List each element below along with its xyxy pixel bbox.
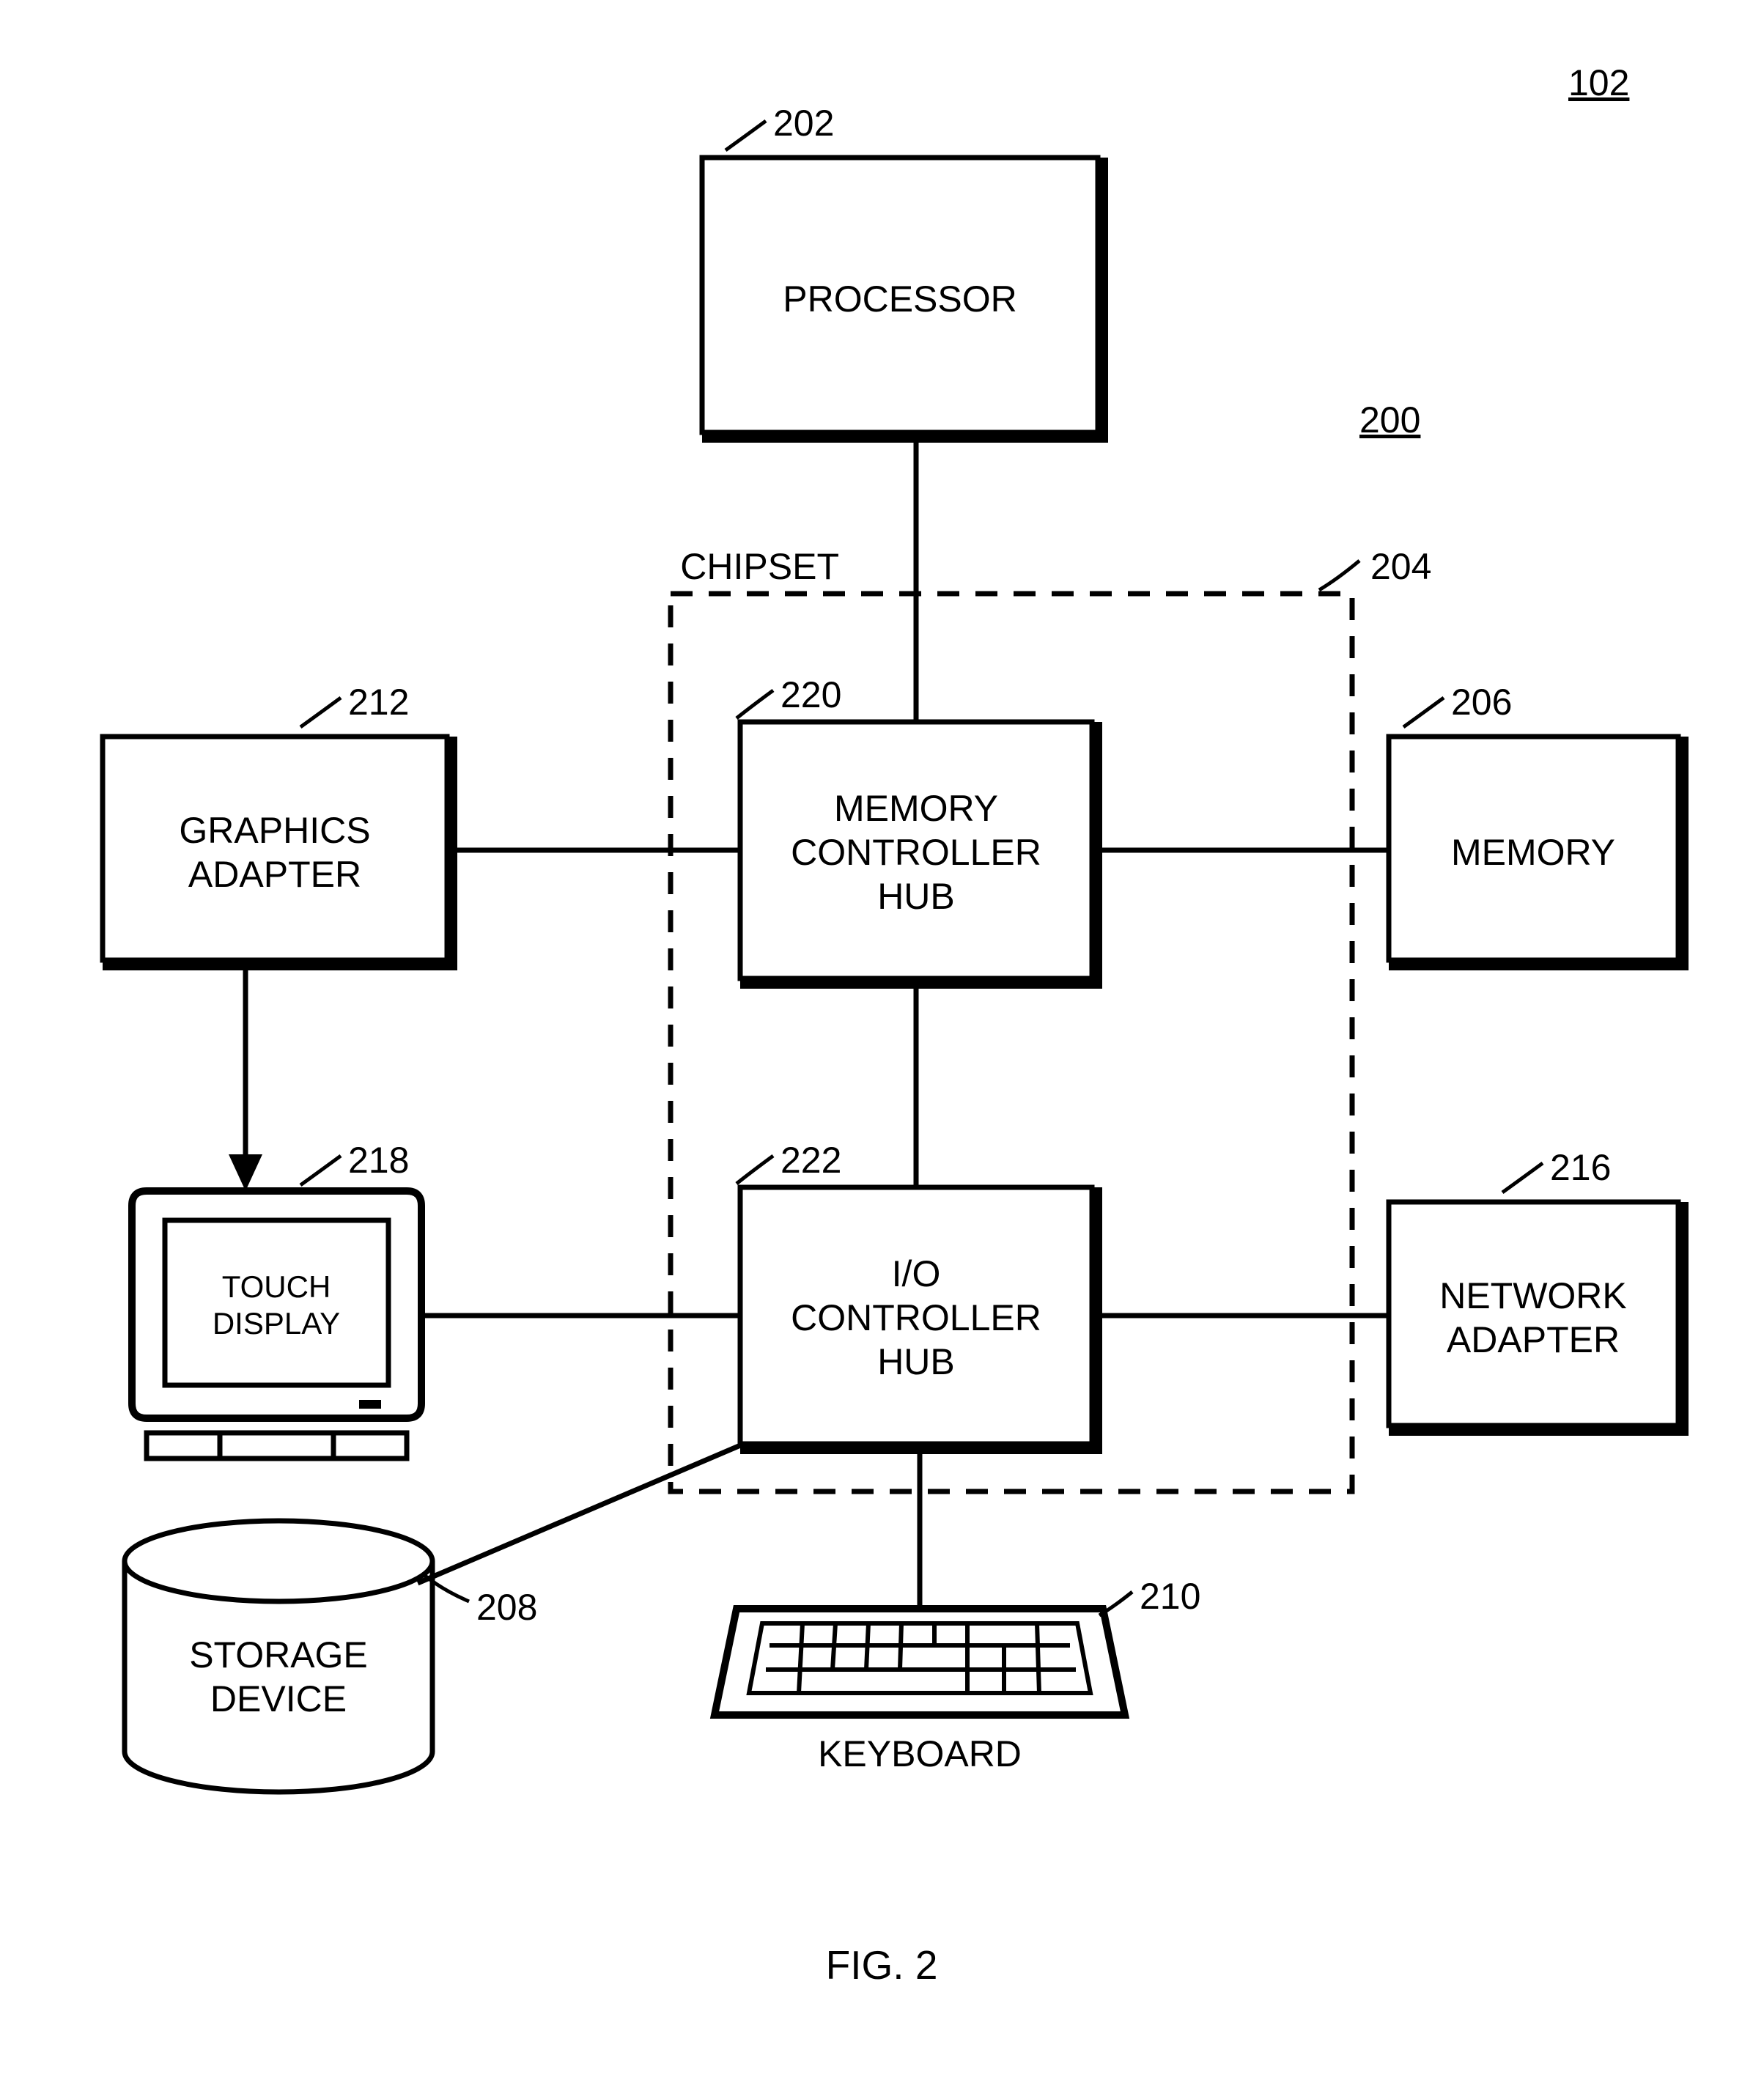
mch-l1: MEMORY [834, 788, 998, 829]
keyboard-ref: 210 [1140, 1576, 1200, 1617]
block-touch-display: TOUCH DISPLAY 218 [132, 1140, 421, 1458]
block-memory: MEMORY 206 [1389, 682, 1689, 970]
block-keyboard: KEYBOARD 210 [715, 1576, 1200, 1774]
block-io-ctrl-hub: I/O CONTROLLER HUB 222 [737, 1140, 1102, 1454]
chipset-ref: 204 [1370, 546, 1431, 587]
block-graphics-adapter: GRAPHICS ADAPTER 212 [103, 682, 457, 970]
ref-system: 200 [1359, 399, 1420, 440]
ga-ref: 212 [348, 682, 409, 723]
keyboard-label: KEYBOARD [818, 1733, 1022, 1774]
ioch-l2: CONTROLLER [791, 1297, 1041, 1338]
figure-caption: FIG. 2 [826, 1942, 938, 1988]
block-network-adapter: NETWORK ADAPTER 216 [1389, 1147, 1689, 1436]
processor-label: PROCESSOR [783, 279, 1017, 320]
chipset-label: CHIPSET [680, 546, 839, 587]
processor-ref: 202 [773, 103, 834, 144]
ioch-l3: HUB [877, 1341, 955, 1382]
td-ref: 218 [348, 1140, 409, 1181]
td-l1: TOUCH [222, 1269, 331, 1304]
td-l2: DISPLAY [213, 1306, 340, 1340]
ioch-ref: 222 [780, 1140, 841, 1181]
ga-l2: ADAPTER [188, 854, 361, 895]
mch-l3: HUB [877, 876, 955, 917]
memory-ref: 206 [1451, 682, 1512, 723]
sd-l1: STORAGE [189, 1634, 368, 1675]
sd-ref: 208 [476, 1587, 537, 1628]
figure-2-diagram: 102 200 PROCESSOR 202 CHIPSET 204 MEMORY… [0, 0, 1764, 2091]
na-l1: NETWORK [1439, 1275, 1627, 1316]
ga-l1: GRAPHICS [179, 810, 370, 851]
sd-l2: DEVICE [210, 1678, 347, 1719]
block-storage-device: STORAGE DEVICE 208 [125, 1521, 537, 1792]
mch-ref: 220 [780, 674, 841, 715]
mch-l2: CONTROLLER [791, 832, 1041, 873]
ioch-l1: I/O [892, 1253, 941, 1294]
ref-overall: 102 [1568, 62, 1629, 103]
block-mem-ctrl-hub: MEMORY CONTROLLER HUB 220 [737, 674, 1102, 989]
na-ref: 216 [1550, 1147, 1611, 1188]
memory-label: MEMORY [1451, 832, 1615, 873]
na-l2: ADAPTER [1447, 1319, 1620, 1360]
block-processor: PROCESSOR 202 [702, 103, 1108, 443]
